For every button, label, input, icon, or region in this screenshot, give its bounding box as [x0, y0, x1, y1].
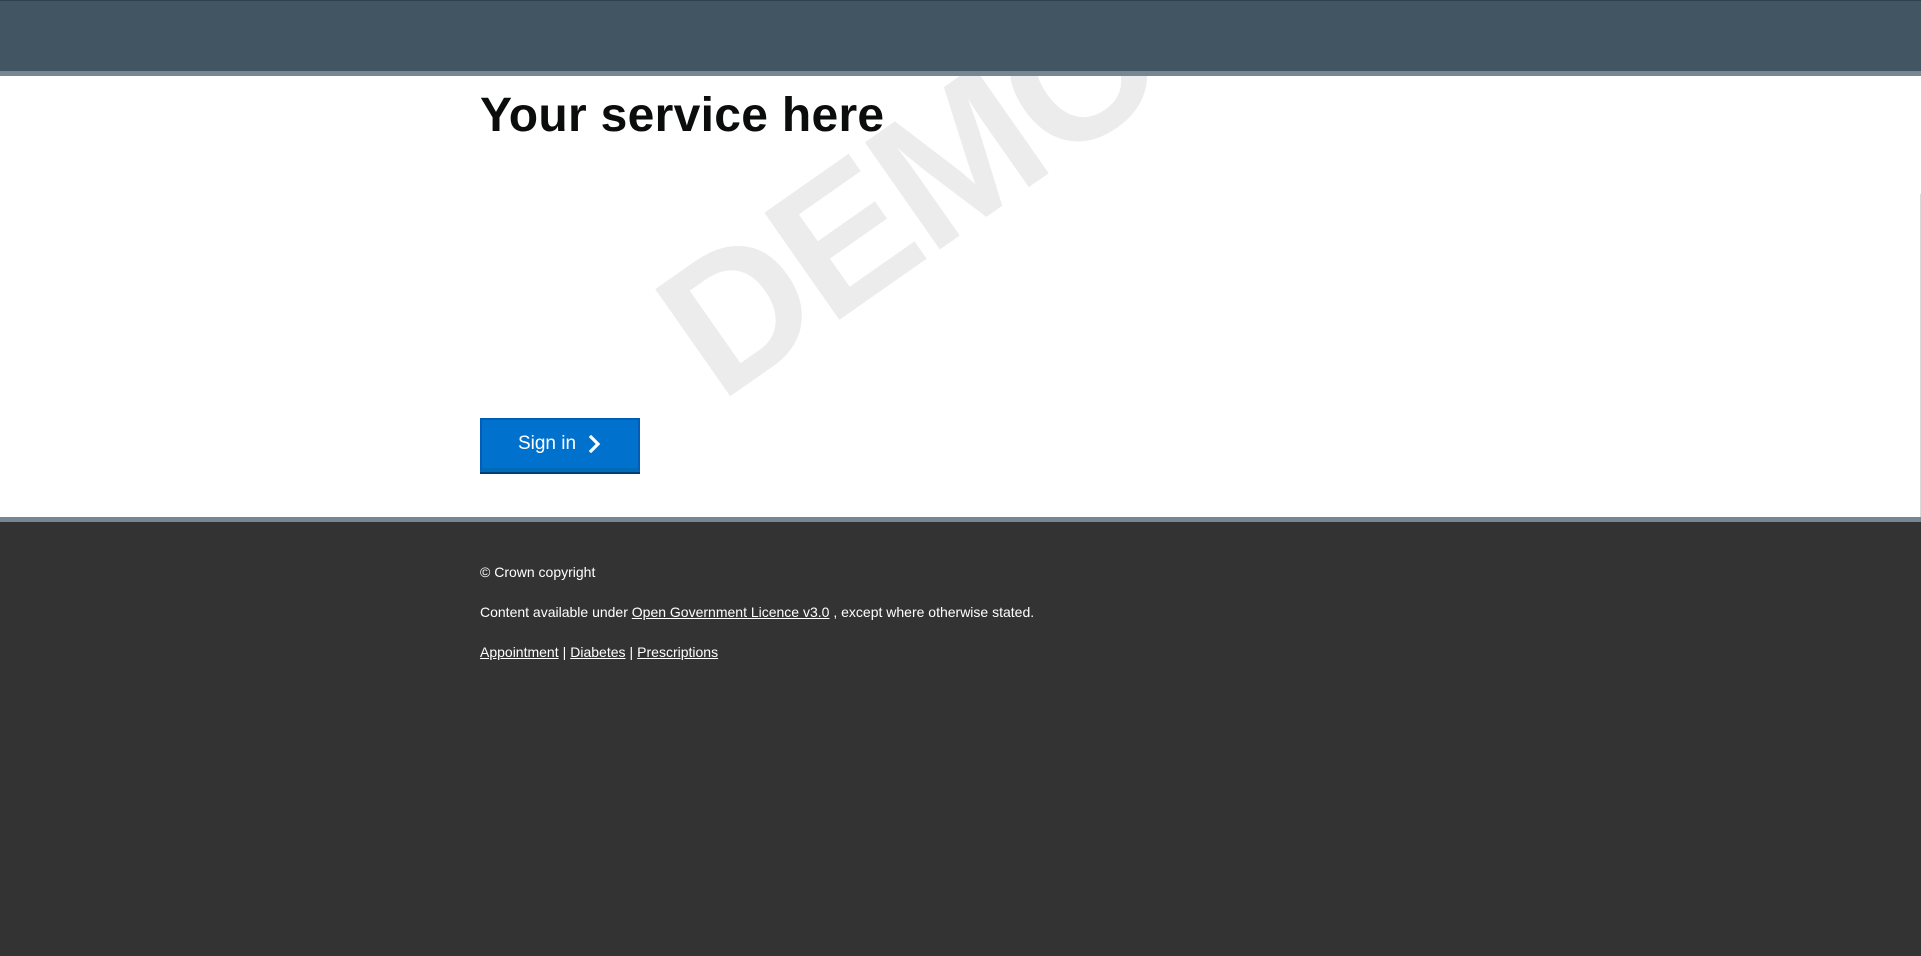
copyright-text: © Crown copyright — [480, 564, 596, 580]
link-separator: | — [629, 644, 634, 660]
sign-in-button[interactable]: Sign in — [480, 418, 640, 472]
site-footer: © Crown copyright Content available unde… — [0, 522, 1921, 956]
sign-in-button-label: Sign in — [517, 433, 577, 454]
page-title: Your service here — [480, 89, 885, 142]
licence-suffix: , except where otherwise stated. — [833, 604, 1035, 620]
footer-link-diabetes[interactable]: Diabetes — [570, 644, 625, 660]
footer-link-appointment[interactable]: Appointment — [480, 644, 559, 660]
content-container: DEMO Your service here Sign in — [480, 76, 1440, 517]
licence-prefix: Content available under — [480, 604, 628, 620]
footer-link-prescriptions[interactable]: Prescriptions — [637, 644, 718, 660]
footer-links: Appointment | Diabetes | Prescriptions — [480, 644, 718, 660]
site-header — [0, 0, 1921, 71]
open-government-licence-link[interactable]: Open Government Licence v3.0 — [632, 604, 830, 620]
licence-statement: Content available under Open Government … — [480, 604, 1034, 620]
main-content: DEMO Your service here Sign in — [0, 76, 1921, 517]
chevron-right-icon — [588, 435, 601, 453]
link-separator: | — [562, 644, 567, 660]
